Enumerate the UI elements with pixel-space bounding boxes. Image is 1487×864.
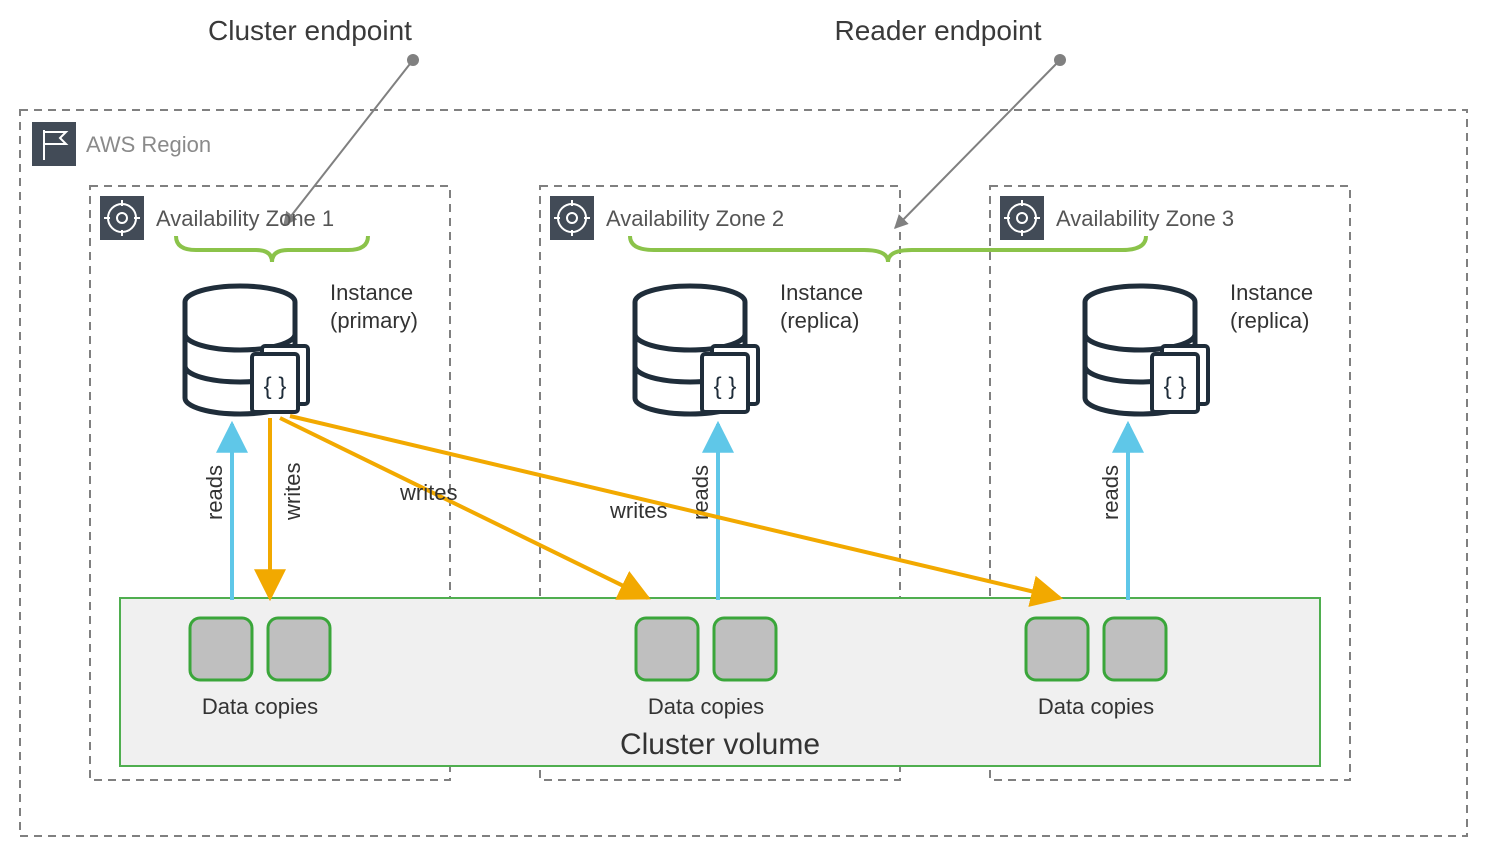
- reader-endpoint-title: Reader endpoint: [834, 15, 1041, 46]
- data-copies-label: Data copies: [1038, 694, 1154, 719]
- data-copies-label: Data copies: [648, 694, 764, 719]
- writes-label: writes: [399, 480, 457, 505]
- instance-label-line1: Instance: [330, 280, 413, 305]
- brace-icon: [176, 236, 368, 262]
- database-icon: [1085, 286, 1208, 414]
- instance-label-line1: Instance: [1230, 280, 1313, 305]
- instance-label-line2: (replica): [780, 308, 859, 333]
- reads-label: reads: [1098, 465, 1123, 520]
- location-icon: [550, 196, 594, 240]
- architecture-diagram: { } Cluster endpoint Reader endpoint: [0, 0, 1487, 864]
- location-icon: [1000, 196, 1044, 240]
- az-label: Availability Zone 1: [156, 206, 334, 231]
- reads-label: reads: [202, 465, 227, 520]
- aws-region-label: AWS Region: [86, 132, 211, 157]
- location-icon: [100, 196, 144, 240]
- pointer-line: [284, 60, 413, 225]
- az-label: Availability Zone 2: [606, 206, 784, 231]
- write-arrow: [290, 416, 1060, 598]
- database-icon: [635, 286, 758, 414]
- flag-icon: [32, 122, 76, 166]
- cluster-endpoint-title: Cluster endpoint: [208, 15, 412, 46]
- az-label: Availability Zone 3: [1056, 206, 1234, 231]
- writes-label: writes: [609, 498, 667, 523]
- instance-label-line1: Instance: [780, 280, 863, 305]
- writes-label: writes: [280, 463, 305, 521]
- instance-label-line2: (primary): [330, 308, 418, 333]
- cluster-volume-label: Cluster volume: [620, 728, 820, 761]
- instance-label-line2: (replica): [1230, 308, 1309, 333]
- brace-icon: [630, 236, 1146, 262]
- database-icon: [185, 286, 308, 414]
- write-arrow: [280, 418, 648, 598]
- data-copies-label: Data copies: [202, 694, 318, 719]
